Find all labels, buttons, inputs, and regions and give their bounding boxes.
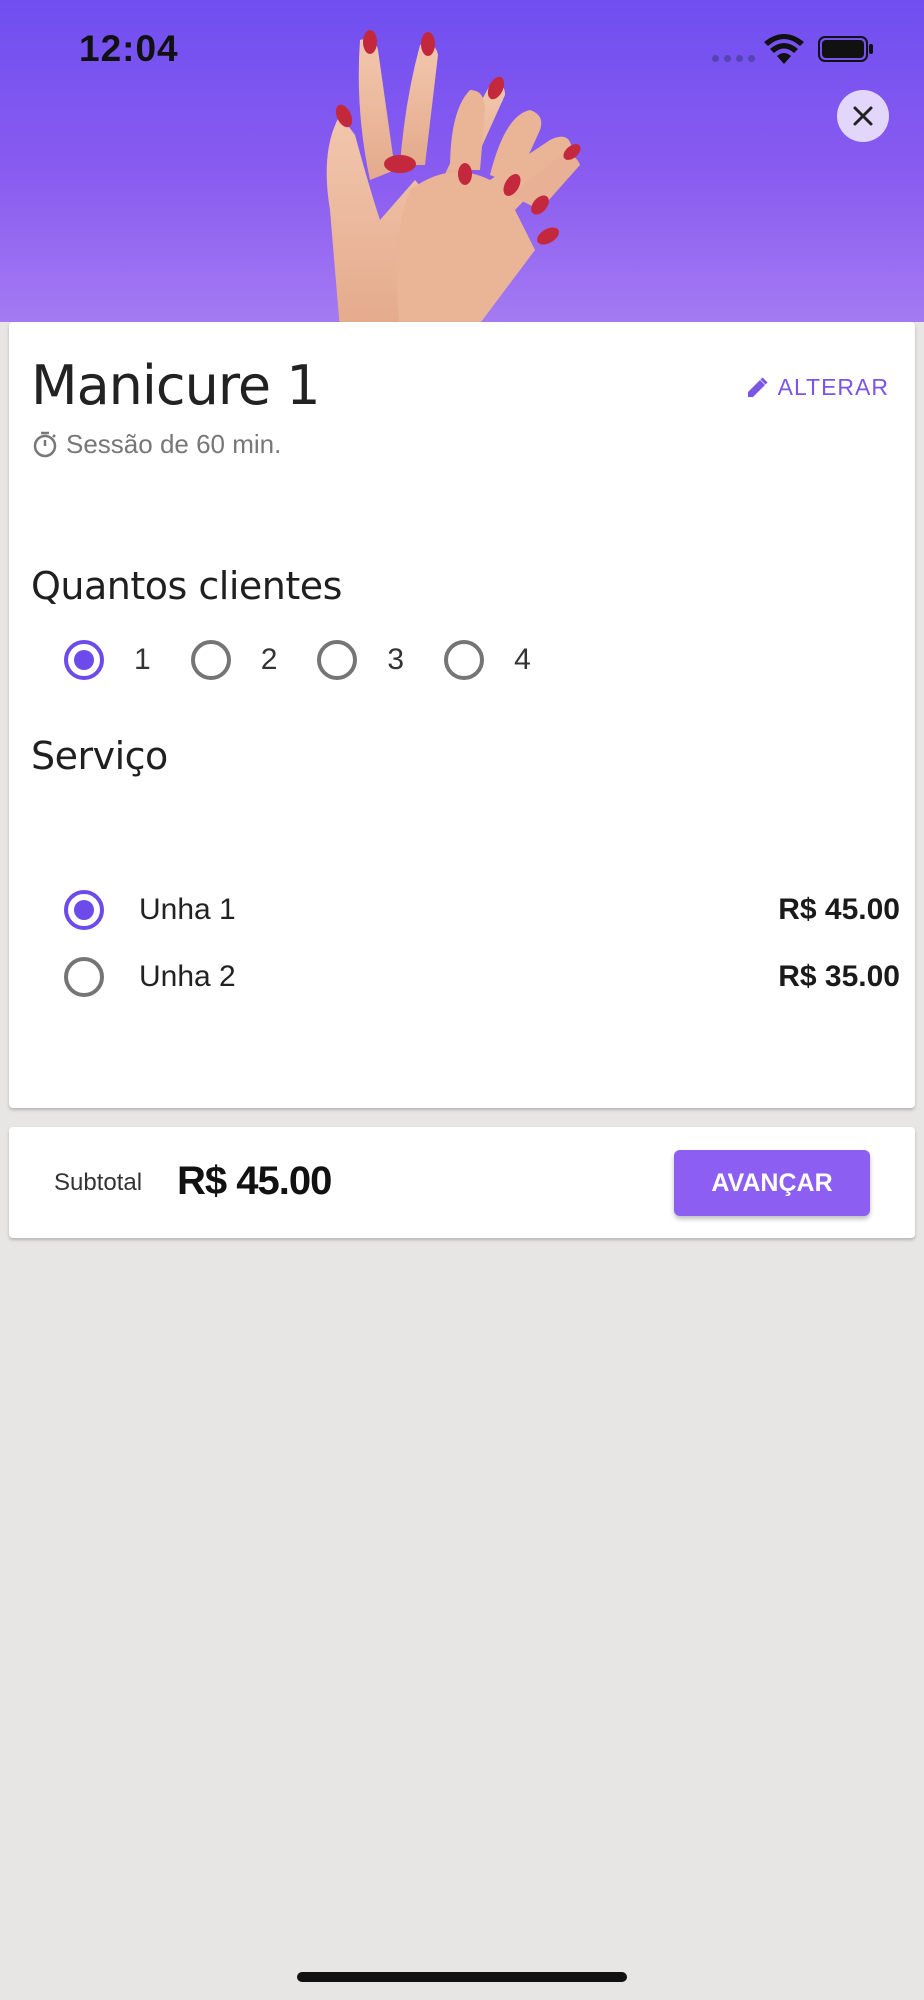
checkout-bar: Subtotal R$ 45.00 AVANÇAR bbox=[9, 1127, 915, 1238]
session-duration: Sessão de 60 min. bbox=[32, 429, 281, 460]
client-option-3[interactable]: 3 bbox=[317, 640, 404, 680]
client-radio-3[interactable] bbox=[317, 640, 358, 680]
service-option-price: R$ 45.00 bbox=[778, 893, 900, 926]
service-heading: Serviço bbox=[31, 734, 168, 778]
service-option-price: R$ 35.00 bbox=[778, 960, 900, 993]
subtotal-value: R$ 45.00 bbox=[177, 1159, 332, 1203]
service-option-unha-2[interactable]: Unha 2 R$ 35.00 bbox=[64, 957, 900, 997]
client-radio-4[interactable] bbox=[444, 640, 485, 680]
service-option-unha-1[interactable]: Unha 1 R$ 45.00 bbox=[64, 890, 900, 930]
edit-service-button[interactable]: ALTERAR bbox=[746, 374, 889, 401]
client-option-label: 1 bbox=[134, 643, 151, 676]
status-bar: 12:04 bbox=[0, 0, 924, 100]
clients-radio-group: 1 2 3 4 bbox=[64, 640, 531, 680]
client-option-label: 3 bbox=[387, 643, 405, 676]
status-time: 12:04 bbox=[79, 28, 179, 69]
subtotal-label: Subtotal bbox=[54, 1169, 143, 1196]
client-radio-2[interactable] bbox=[190, 640, 231, 680]
session-text: Sessão de 60 min. bbox=[66, 429, 282, 459]
edit-service-label: ALTERAR bbox=[777, 374, 889, 400]
client-option-label: 4 bbox=[514, 643, 531, 676]
stopwatch-icon bbox=[33, 431, 57, 457]
home-indicator[interactable] bbox=[297, 1972, 627, 1982]
client-option-1[interactable]: 1 bbox=[64, 640, 151, 680]
battery-icon bbox=[818, 36, 873, 62]
next-button[interactable]: AVANÇAR bbox=[674, 1150, 870, 1216]
service-radio-unha-2[interactable] bbox=[64, 957, 104, 997]
pencil-icon bbox=[747, 376, 768, 397]
client-option-2[interactable]: 2 bbox=[190, 640, 278, 680]
client-option-4[interactable]: 4 bbox=[444, 640, 531, 680]
close-button[interactable] bbox=[837, 90, 889, 142]
header-hero: 12:04 bbox=[0, 0, 924, 322]
service-option-name: Unha 2 bbox=[139, 960, 236, 993]
cellular-signal-icon bbox=[712, 55, 755, 62]
client-radio-1[interactable] bbox=[64, 640, 104, 680]
service-option-name: Unha 1 bbox=[139, 893, 236, 926]
client-option-label: 2 bbox=[260, 643, 278, 676]
wifi-icon bbox=[764, 34, 804, 64]
service-card: Manicure 1 ALTERAR Sessão de 60 min. Qua… bbox=[9, 322, 915, 1108]
clients-heading: Quantos clientes bbox=[31, 564, 342, 608]
service-title: Manicure 1 bbox=[31, 354, 321, 417]
service-radio-unha-1[interactable] bbox=[64, 890, 104, 930]
close-icon bbox=[853, 106, 873, 126]
